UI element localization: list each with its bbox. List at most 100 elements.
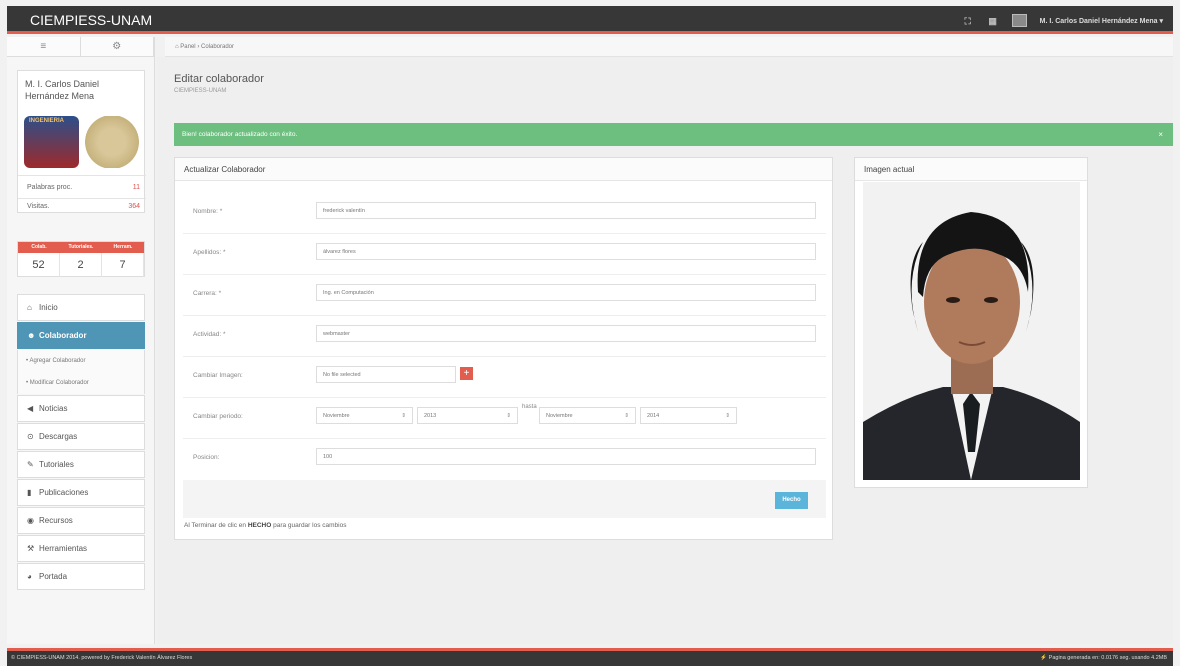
bolt-icon: ⚡: [1040, 655, 1048, 661]
count-header: Herram.: [113, 244, 133, 250]
footer-copyright: © CIEMPIESS-UNAM 2014. powered by Freder…: [11, 655, 193, 661]
sidebar-item-label: Tutoriales: [39, 460, 74, 469]
sidebar-item-inicio[interactable]: ⌂ Inicio: [17, 294, 145, 321]
globe-icon: ◉: [27, 516, 34, 525]
form-row-apellidos: Apellidos: * álvarez flores: [183, 234, 826, 275]
sidebar-item-portada[interactable]: ◕ Portada: [17, 563, 145, 590]
sidebar-item-publicaciones[interactable]: ▮ Publicaciones: [17, 479, 145, 506]
settings-icon[interactable]: ⚙: [81, 37, 154, 56]
form-row-actividad: Actividad: * webmaster: [183, 316, 826, 357]
avatar[interactable]: [1011, 14, 1027, 27]
field-label: Apellidos: *: [193, 249, 226, 256]
apellidos-input[interactable]: álvarez flores: [316, 243, 816, 260]
alert-message: Bien! colaborador actualizado con éxito.: [182, 131, 298, 138]
page-subtitle: CIEMPIESS-UNAM: [174, 88, 227, 94]
top-navbar: CIEMPIESS-UNAM ⛶ ▦ M. I. Carlos Daniel H…: [7, 6, 1173, 34]
select-caret-icon: ⇕: [506, 413, 511, 419]
form-row-carrera: Carrera: * Ing. en Computación: [183, 275, 826, 316]
posicion-input[interactable]: 100: [316, 448, 816, 465]
sidebar-item-noticias[interactable]: ◀ Noticias: [17, 395, 145, 422]
count-header: Tutoriales.: [68, 244, 94, 250]
home-icon: ⌂: [175, 44, 179, 50]
sidebar-subitem-modificar[interactable]: • Modificar Colaborador: [17, 372, 145, 394]
close-icon[interactable]: ×: [1158, 123, 1163, 146]
from-month-select[interactable]: Noviembre ⇕: [316, 407, 413, 424]
footer-stats-text: Pagina generada en: 0.0176 seg. usando 4…: [1048, 655, 1167, 661]
sidebar-item-label: Portada: [39, 572, 68, 581]
menu-icon[interactable]: ≡: [7, 37, 81, 56]
sidebar-nav: ⌂ Inicio ☻ Colaborador • Agregar Colaborad…: [17, 294, 145, 591]
brand-title[interactable]: CIEMPIESS-UNAM: [30, 12, 152, 28]
users-icon: ☻: [27, 331, 36, 340]
sidebar-item-label: Herramientas: [39, 544, 88, 553]
form-row-posicion: Posicion: 100: [183, 439, 826, 480]
breadcrumb-current: Colaborador: [201, 44, 235, 50]
breadcrumb-home[interactable]: Panel: [180, 44, 195, 50]
carrera-input[interactable]: Ing. en Computación: [316, 284, 816, 301]
field-label: Posicion:: [193, 454, 220, 461]
chevron-down-icon: ▾: [1159, 17, 1163, 25]
stat-value: 364: [128, 203, 140, 210]
from-year-select[interactable]: 2013 ⇕: [417, 407, 518, 424]
to-year-select[interactable]: 2014 ⇕: [640, 407, 737, 424]
form-actions: Hecho: [183, 480, 826, 518]
grid-icon[interactable]: ▦: [987, 16, 999, 26]
sidebar-subitem-agregar[interactable]: • Agregar Colaborador: [17, 350, 145, 372]
add-file-button[interactable]: +: [460, 367, 473, 380]
field-label: Carrera: *: [193, 290, 222, 297]
form-row-imagen: Cambiar Imagen: No file selected +: [183, 357, 826, 398]
form-footnote: Al Terminar de clic en HECHO para guarda…: [184, 522, 346, 529]
faculty-logo-text: INGENIERIA: [29, 118, 65, 124]
unam-logo: [84, 116, 140, 168]
bullhorn-icon: ◀: [27, 404, 34, 413]
footnote-bold: HECHO: [247, 522, 272, 529]
sidebar-item-tutoriales[interactable]: ✎ Tutoriales: [17, 451, 145, 478]
form-row-periodo: Cambiar periodo: Noviembre ⇕ 2013 ⇕ hasta …: [183, 398, 826, 439]
sidebar-subitem-label: Modificar Colaborador: [29, 380, 89, 386]
nombre-input[interactable]: frederick valentín: [316, 202, 816, 219]
breadcrumb-separator: ›: [197, 44, 200, 50]
field-label: Actividad: *: [193, 331, 226, 338]
user-menu-name: M. I. Carlos Daniel Hernández Mena: [1039, 17, 1158, 25]
faculty-logo: INGENIERIA: [24, 116, 79, 168]
sidebar-item-herramientas[interactable]: ⚒ Herramientas: [17, 535, 145, 562]
book-icon: ▮: [27, 488, 32, 497]
sidebar: ≡ ⚙ M. I. Carlos Daniel Hernández Mena I…: [7, 37, 155, 644]
user-menu[interactable]: M. I. Carlos Daniel Hernández Mena ▾: [1040, 17, 1163, 25]
sidebar-item-colaborador[interactable]: ☻ Colaborador: [17, 322, 145, 349]
footer-stats: ⚡ Pagina generada en: 0.0176 seg. usando…: [1040, 651, 1167, 666]
select-caret-icon: ⇕: [624, 413, 629, 419]
sidebar-item-label: Publicaciones: [39, 488, 89, 497]
success-alert: Bien! colaborador actualizado con éxito.…: [174, 123, 1173, 146]
user-card: M. I. Carlos Daniel Hernández Mena INGEN…: [17, 70, 146, 213]
fullscreen-icon[interactable]: ⛶: [962, 16, 974, 26]
stat-label: Visitas.: [27, 203, 50, 210]
download-icon: ⊙: [27, 432, 34, 441]
eye-icon: ◕: [27, 572, 32, 581]
count-value: 7: [102, 253, 144, 277]
select-caret-icon: ⇕: [401, 413, 406, 419]
sidebar-item-recursos[interactable]: ◉ Recursos: [17, 507, 145, 534]
stat-value: 11: [132, 184, 140, 191]
image-file-input[interactable]: No file selected: [316, 366, 456, 383]
sidebar-item-label: Recursos: [39, 516, 73, 525]
to-month-select[interactable]: Noviembre ⇕: [539, 407, 636, 424]
sidebar-item-descargas[interactable]: ⊙ Descargas: [17, 423, 145, 450]
footnote-text: Al Terminar de clic en: [184, 522, 248, 529]
select-value: Noviembre: [323, 413, 350, 419]
page-title: Editar colaborador: [174, 73, 264, 85]
select-caret-icon: ⇕: [725, 413, 730, 419]
field-label: Cambiar periodo:: [193, 413, 243, 420]
hecho-button[interactable]: Hecho: [775, 492, 808, 509]
sidebar-item-label: Inicio: [39, 303, 58, 312]
stat-label: Palabras proc.: [27, 184, 73, 191]
pencil-icon: ✎: [27, 460, 34, 469]
edit-collaborator-form: Actualizar Colaborador Nombre: * frederi…: [174, 157, 833, 540]
count-value: 2: [60, 253, 102, 277]
actividad-input[interactable]: webmaster: [316, 325, 816, 342]
sidebar-toggle-bar: ≡ ⚙: [7, 37, 154, 57]
sidebar-subitem-label: Agregar Colaborador: [29, 358, 86, 364]
period-separator: hasta: [522, 404, 537, 410]
home-icon: ⌂: [27, 303, 32, 312]
wrench-icon: ⚒: [27, 544, 35, 553]
